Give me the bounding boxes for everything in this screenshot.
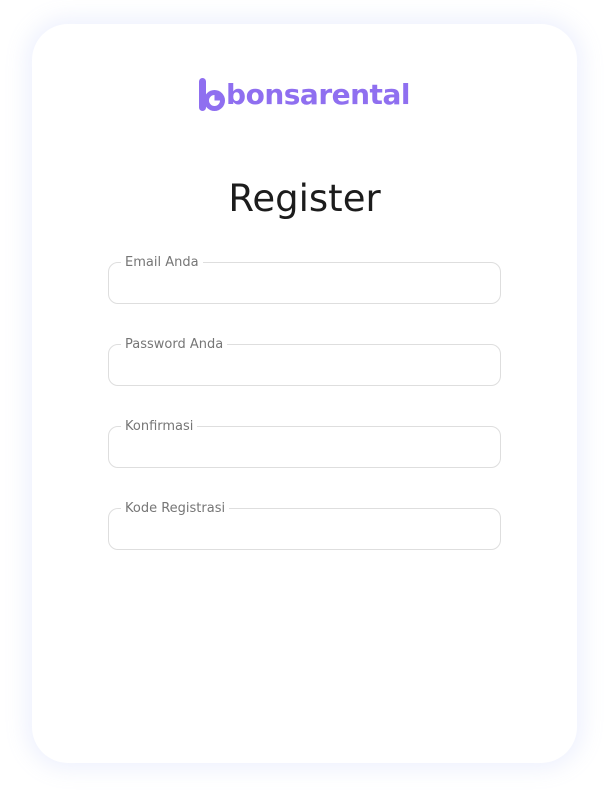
- register-card: [32, 24, 577, 763]
- email-field[interactable]: Email Anda: [108, 256, 501, 304]
- registration-code-field-label: Kode Registrasi: [125, 501, 226, 516]
- email-input[interactable]: [122, 273, 487, 299]
- email-field-label: Email Anda: [125, 255, 199, 270]
- brand-logo: bonsarental: [0, 78, 609, 112]
- brand-name: bonsarental: [226, 78, 410, 111]
- registration-code-field[interactable]: Kode Registrasi: [108, 502, 501, 550]
- registration-code-input[interactable]: [122, 519, 487, 545]
- page-title: Register: [228, 177, 381, 220]
- logo-mark-icon: [199, 78, 226, 111]
- password-field[interactable]: Password Anda: [108, 338, 501, 386]
- password-field-label: Password Anda: [125, 337, 224, 352]
- confirm-password-input[interactable]: [122, 437, 487, 463]
- confirm-password-field[interactable]: Konfirmasi: [108, 420, 501, 468]
- password-input[interactable]: [122, 355, 487, 381]
- confirm-password-field-label: Konfirmasi: [125, 419, 194, 434]
